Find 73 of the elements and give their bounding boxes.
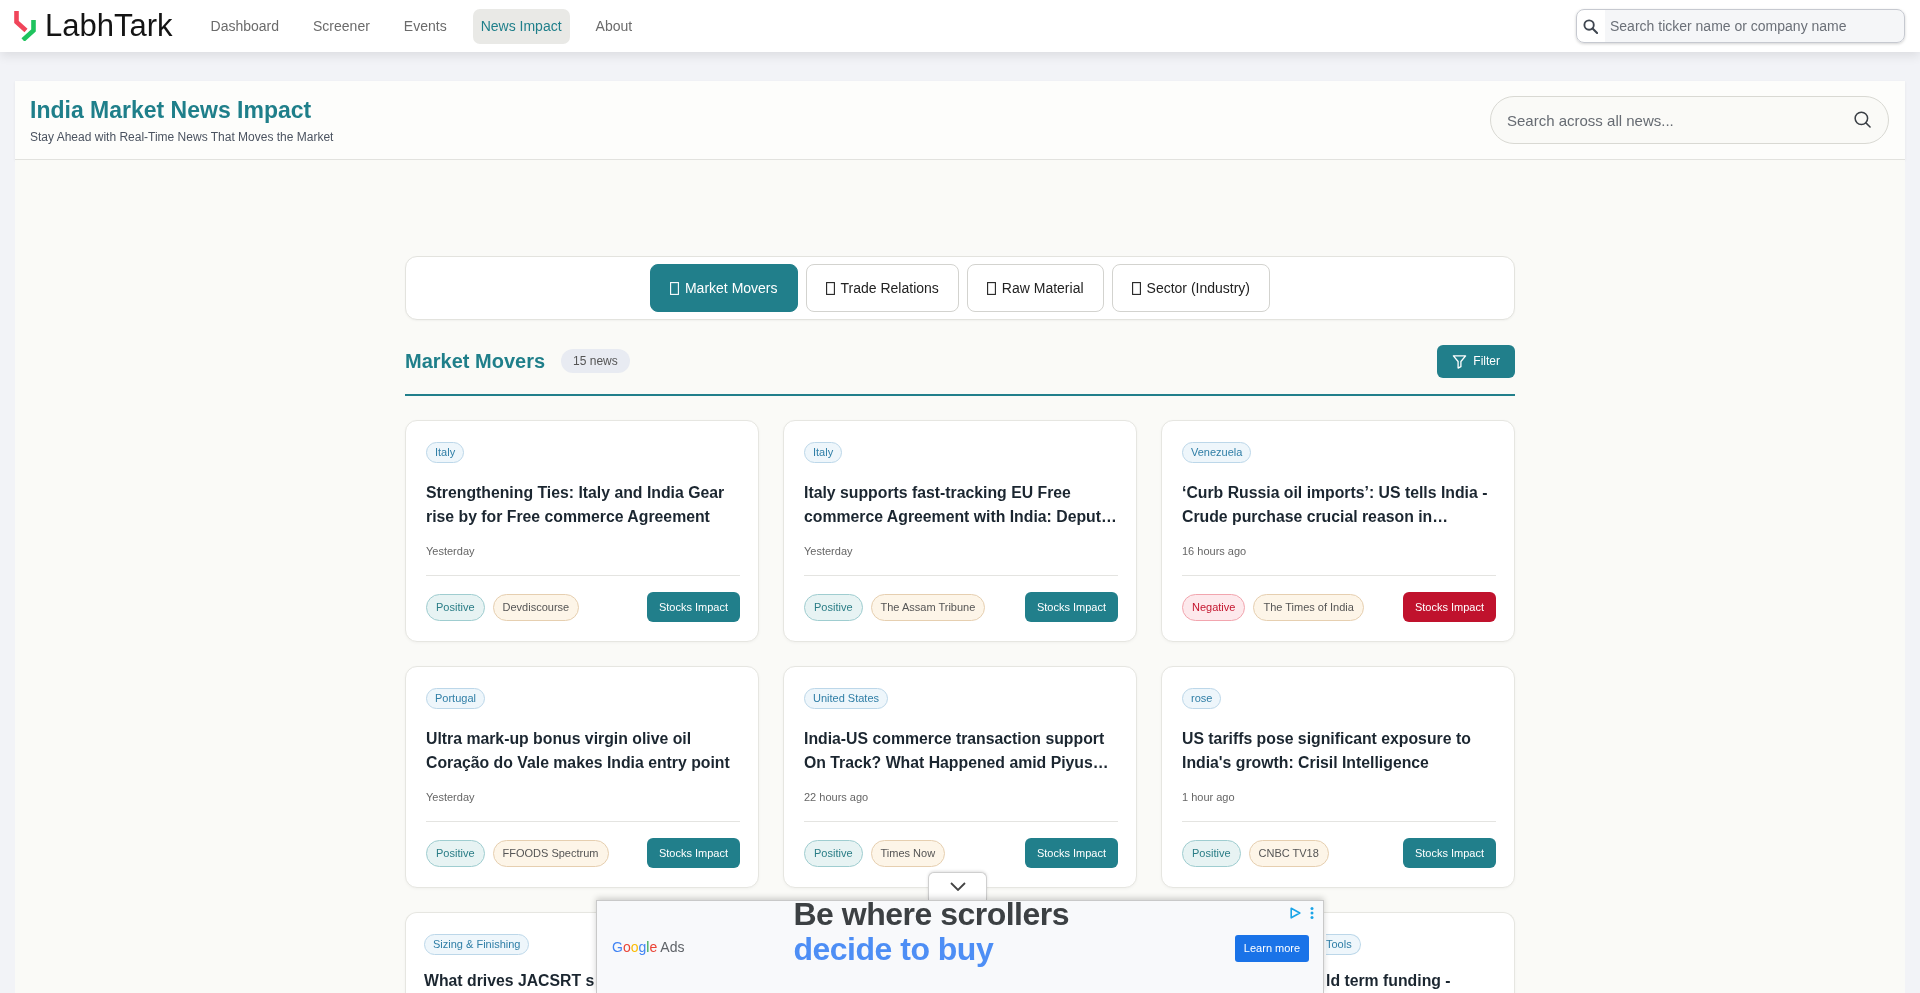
page-title: India Market News Impact xyxy=(30,96,313,124)
category-tab[interactable]: Trade Relations xyxy=(805,264,959,312)
rectangle-icon xyxy=(1131,281,1141,295)
sentiment-badge: Positive xyxy=(426,593,485,621)
category-tab[interactable]: Sector (Industry) xyxy=(1111,264,1271,312)
nav-link[interactable]: Dashboard xyxy=(202,8,288,44)
category-tag: rose xyxy=(1182,688,1222,709)
news-headline[interactable]: Ultra mark-up bonus virgin olive oil Coração do Vale makes India entry point xyxy=(426,727,740,775)
news-time: Yesterday xyxy=(426,544,475,558)
filter-icon xyxy=(1452,353,1468,369)
category-tag: Venezuela xyxy=(1182,442,1252,463)
page-subtitle: Stay Ahead with Real-Time News That Moves the Market xyxy=(30,130,334,144)
category-tab[interactable]: Market Movers xyxy=(649,264,798,312)
search-icon xyxy=(1583,19,1598,34)
learn-more-button[interactable]: Learn more xyxy=(1235,934,1309,962)
source-badge: The Times of India xyxy=(1253,593,1364,621)
filter-button[interactable]: Filter xyxy=(1437,344,1515,378)
news-search-field[interactable]: Search across all news... xyxy=(1490,96,1889,144)
news-headline[interactable]: US tariffs pose significant exposure to India's growth: Crisil Intelligence xyxy=(1182,727,1496,775)
news-time: 16 hours ago xyxy=(1182,544,1247,558)
ad-brand-label[interactable]: Google Ads xyxy=(612,939,685,955)
category-tag: Sizing & Finishing xyxy=(424,934,530,955)
sentiment-badge: Positive xyxy=(1182,839,1241,867)
ad-headline: decide to buy xyxy=(793,932,994,967)
nav-link[interactable]: Events xyxy=(395,8,455,44)
category-tag: Italy xyxy=(426,442,465,463)
more-icon[interactable] xyxy=(1310,907,1314,919)
chevron-down-icon xyxy=(949,882,966,891)
stocks-impact-button[interactable]: Stocks Impact xyxy=(1024,592,1118,622)
triangle-icon[interactable] xyxy=(1290,907,1301,919)
rectangle-icon xyxy=(986,281,996,295)
stocks-impact-button[interactable]: Stocks Impact xyxy=(1024,838,1118,868)
source-badge: Times Now xyxy=(870,839,946,867)
sentiment-badge: Positive xyxy=(804,839,863,867)
category-tag: Tools xyxy=(1326,934,1361,955)
ad-headline: Be where scrollers xyxy=(793,897,1070,932)
brand-name[interactable]: LabhTark xyxy=(45,9,173,43)
stocks-impact-button[interactable]: Stocks Impact xyxy=(1402,592,1496,622)
ticker-search-field[interactable]: Search ticker name or company name xyxy=(1576,9,1905,43)
news-time: Yesterday xyxy=(804,544,853,558)
category-tag: Portugal xyxy=(426,688,485,709)
nav-link[interactable]: Screener xyxy=(305,8,378,44)
stocks-impact-button[interactable]: Stocks Impact xyxy=(646,592,740,622)
collapse-ad-button[interactable] xyxy=(928,872,987,900)
search-icon xyxy=(1854,111,1871,128)
source-badge: The Assam Tribune xyxy=(870,593,986,621)
news-headline[interactable]: What drives JACSRT s xyxy=(424,969,595,993)
sentiment-badge: Positive xyxy=(804,593,863,621)
nav-link[interactable]: About xyxy=(587,8,641,44)
news-time: Yesterday xyxy=(426,790,475,804)
section-title: Market Movers xyxy=(405,349,546,373)
news-headline[interactable]: ld term funding - xyxy=(1326,969,1451,993)
source-badge: FFOODS Spectrum xyxy=(492,839,609,867)
news-count-badge: 15 news xyxy=(561,349,630,373)
sentiment-badge: Positive xyxy=(426,839,485,867)
nav-link[interactable]: News Impact xyxy=(472,8,570,44)
sentiment-badge: Negative xyxy=(1182,593,1246,621)
news-headline[interactable]: Strengthening Ties: Italy and India Gear rise by for Free commerce Agreement xyxy=(426,481,740,529)
news-time: 22 hours ago xyxy=(804,790,869,804)
news-headline[interactable]: Italy supports fast-tracking EU Free commerce Agreement with India: Deput… xyxy=(804,481,1118,529)
news-headline[interactable]: India-US commerce transaction support On Track? What Happened amid Piyus… xyxy=(804,727,1118,775)
source-badge: CNBC TV18 xyxy=(1248,839,1329,867)
logo-icon[interactable] xyxy=(14,11,36,41)
category-tab[interactable]: Raw Material xyxy=(966,264,1104,312)
rectangle-icon xyxy=(669,281,679,295)
source-badge: Devdiscourse xyxy=(492,593,580,621)
stocks-impact-button[interactable]: Stocks Impact xyxy=(1402,838,1496,868)
category-tag: Italy xyxy=(804,442,843,463)
stocks-impact-button[interactable]: Stocks Impact xyxy=(646,838,740,868)
category-tag: United States xyxy=(804,688,889,709)
news-time: 1 hour ago xyxy=(1182,790,1235,804)
news-headline[interactable]: ‘Curb Russia oil imports’: US tells India - Crude purchase crucial reason in… xyxy=(1182,481,1496,529)
rectangle-icon xyxy=(825,281,835,295)
